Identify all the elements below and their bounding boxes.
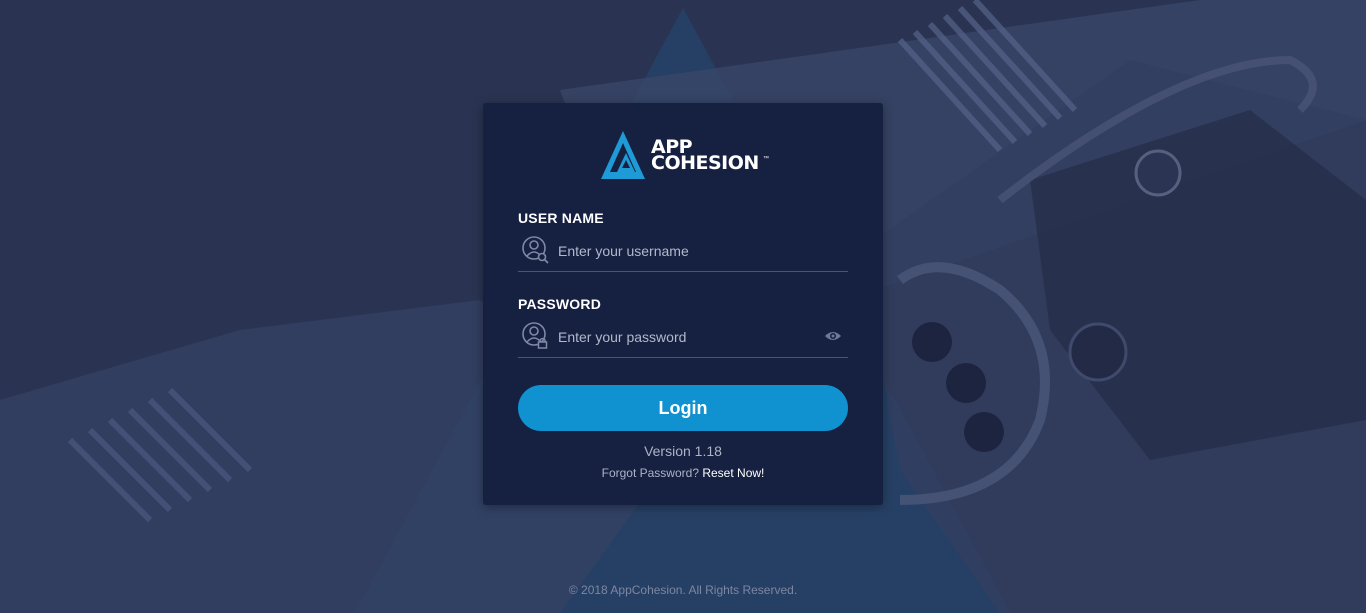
appcohesion-logo-icon xyxy=(601,131,645,179)
password-field-wrapper xyxy=(518,321,848,358)
login-card: APP COHESION ™ USER NAME PASSWORD Log xyxy=(483,103,883,505)
version-text: Version 1.18 xyxy=(644,443,722,459)
forgot-password-prompt: Forgot Password? xyxy=(601,466,699,480)
login-button[interactable]: Login xyxy=(518,385,848,431)
brand-name-line2: COHESION xyxy=(651,152,759,174)
username-input[interactable] xyxy=(556,237,830,265)
reset-now-link[interactable]: Reset Now! xyxy=(702,466,764,480)
user-search-icon xyxy=(522,236,549,264)
username-label: USER NAME xyxy=(518,210,604,226)
user-lock-icon xyxy=(522,322,548,349)
copyright-footer: © 2018 AppCohesion. All Rights Reserved. xyxy=(568,583,798,597)
password-input[interactable] xyxy=(556,323,830,351)
username-field-wrapper xyxy=(518,235,848,272)
forgot-password-row: Forgot Password? Reset Now! xyxy=(483,466,883,480)
brand-logo: APP COHESION ™ xyxy=(601,129,771,181)
password-label: PASSWORD xyxy=(518,296,602,312)
brand-trademark: ™ xyxy=(763,156,769,162)
eye-icon[interactable] xyxy=(824,330,842,342)
